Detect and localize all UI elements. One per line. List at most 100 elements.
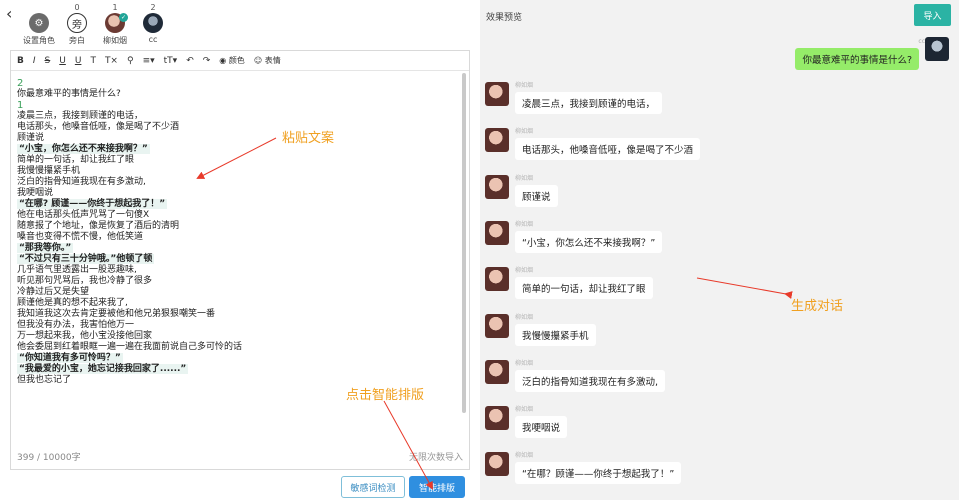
aside-avatar: 旁 [67, 13, 87, 33]
sender-name: 柳如烟 [515, 220, 534, 228]
redo-icon[interactable]: ↷ [203, 51, 211, 71]
color-label: 颜色 [228, 55, 245, 65]
editor-line: “不过只有三十分钟哦。”他顿了顿 [17, 254, 461, 265]
chat-message-other: 柳如烟 电话那头，他嗓音低哑，像是喝了不少酒 [485, 128, 701, 161]
back-chevron-icon[interactable]: ‹ [6, 6, 12, 22]
editor-line: 我哽咽说 [17, 188, 54, 198]
editor-line: 几乎语气里透露出一股恶趣味, [17, 265, 137, 275]
rich-text-editor: B I S U U T T× ⚲ ≡▾ tT▾ ↶ ↷ ◉ 颜色 ☺ 表情 2你… [10, 50, 470, 470]
bold-icon[interactable]: B [17, 51, 24, 71]
editor-line: 冷静过后又是失望 [17, 287, 90, 297]
sender-name: 柳如烟 [515, 452, 534, 460]
message-body: 柳如烟 凌晨三点，我接到顾谨的电话， [515, 82, 663, 114]
editor-line: 随意报了个地址，像是恢复了酒后的清明 [17, 221, 180, 231]
editor-line: 我慢慢攥紧手机 [17, 166, 81, 176]
app-root: ‹ ⚙ 设置角色 0 旁 旁白 1 ✓ 柳如烟 2 cc B I S U U T… [0, 0, 959, 500]
avatar [925, 37, 949, 61]
highlighted-dialogue: “你知道我有多可怜吗？” [17, 353, 123, 363]
editor-line: 我知道我这次去肯定要被他和他兄弟狠狠嘲笑一番 [17, 309, 216, 319]
editor-line: 万一想起来我，他小宝没接他回家 [17, 331, 153, 341]
chat-bubble: “小宝，你怎么还不来接我啊？” [515, 230, 663, 253]
avatar [485, 267, 509, 292]
avatar [485, 452, 509, 477]
editor-line: 顾谨他是真的想不起来我了, [17, 298, 128, 308]
chat-bubble: 我哽咽说 [515, 416, 568, 439]
avatar [485, 128, 509, 153]
message-body: 柳如烟 电话那头，他嗓音低哑，像是喝了不少酒 [515, 128, 701, 161]
editor-panel: ‹ ⚙ 设置角色 0 旁 旁白 1 ✓ 柳如烟 2 cc B I S U U T… [0, 0, 480, 500]
avatar [485, 82, 509, 106]
message-body: 柳如烟我慢慢攥紧手机 [515, 314, 596, 346]
message-body: 柳如烟 我哽咽说 [515, 406, 568, 439]
strikethrough-icon[interactable]: S [45, 51, 51, 71]
editor-line: “那我等你。” [17, 243, 461, 254]
editor-line: “小宝，你怎么还不来接我啊？” [17, 144, 461, 155]
underline-alt-icon[interactable]: U [75, 51, 82, 71]
message-body: 柳如烟 简单的一句话，却让我红了眼 [515, 267, 653, 300]
chat-message-other: 柳如烟 泛白的指骨知道我现在有多激动, [485, 359, 666, 392]
editor-line: “我最爱的小宝，她忘记接我回家了......” [17, 364, 461, 375]
editor-line: 2 [17, 78, 24, 89]
editor-line: 他会委屈到红着眼眶一遍一遍在我面前说自己多可怜的话 [17, 342, 243, 352]
sender-name: 柳如烟 [515, 313, 534, 321]
check-icon: ✓ [119, 13, 128, 22]
role-count: 0 [74, 3, 80, 12]
chat-bubble: 泛白的指骨知道我现在有多激动, [515, 369, 666, 392]
find-icon[interactable]: ⚲ [127, 51, 134, 71]
underline-icon[interactable]: U [59, 51, 66, 71]
preview-panel: 效果预览 导入 cc 你最意难平的事情是什么? 柳如烟 凌晨三点，我接到顾谨的电话… [480, 0, 959, 500]
preview-title: 效果预览 [486, 13, 523, 23]
role-liuruyan[interactable]: 1 ✓ 柳如烟 [100, 3, 130, 46]
highlighted-dialogue: “那我等你。” [17, 243, 74, 253]
sensitive-word-check-button[interactable]: 敏感词检测 [341, 476, 405, 498]
undo-icon[interactable]: ↶ [186, 51, 194, 71]
editor-line: 凌晨三点，我接到顾谨的电话， [17, 111, 144, 121]
highlighted-dialogue: “我最爱的小宝，她忘记接我回家了......” [17, 364, 189, 374]
chat-message-self: 你最意难平的事情是什么? [795, 37, 949, 70]
sender-name: 柳如烟 [515, 82, 534, 89]
italic-icon[interactable]: I [33, 51, 36, 71]
user-settings-icon: ⚙ [29, 13, 49, 33]
highlighted-dialogue: “不过只有三十分钟哦。”他顿了顿 [17, 254, 155, 264]
role-label: cc [148, 35, 158, 44]
align-icon[interactable]: ≡▾ [143, 51, 155, 71]
sender-name: 柳如烟 [515, 406, 534, 414]
chat-bubble: 我慢慢攥紧手机 [515, 323, 596, 346]
avatar [143, 13, 163, 33]
clear-format-x-icon[interactable]: T× [105, 51, 118, 71]
editor-line: 泛白的指骨知道我现在有多激动, [17, 177, 146, 187]
chat-bubble: 顾谨说 [515, 184, 558, 207]
role-label: 设置角色 [23, 36, 55, 45]
annotation-click-smart: 点击智能排版 [346, 388, 425, 403]
avatar [485, 406, 509, 431]
chat-bubble: “在哪？顾谨——你终于想起我了！” [515, 462, 682, 485]
role-aside[interactable]: 0 旁 旁白 [62, 3, 92, 46]
avatar [485, 313, 509, 338]
font-size-icon[interactable]: tT▾ [164, 51, 178, 71]
editor-scrollbar[interactable] [462, 73, 466, 413]
color-button[interactable]: ◉ 颜色 [219, 51, 245, 71]
role-label: 柳如烟 [103, 36, 127, 45]
message-body: 柳如烟 “小宝，你怎么还不来接我啊？” [515, 220, 663, 253]
editor-line: 顾谨说 [17, 133, 45, 143]
editor-toolbar: B I S U U T T× ⚲ ≡▾ tT▾ ↶ ↷ ◉ 颜色 ☺ 表情 [11, 51, 469, 71]
chat-message-other: 柳如烟我慢慢攥紧手机 [485, 313, 596, 346]
message-body: 柳如烟 顾谨说 [515, 175, 558, 207]
smart-layout-button[interactable]: 智能排版 [409, 476, 465, 498]
import-button[interactable]: 导入 [914, 4, 951, 26]
editor-line: 他在电话那头低声咒骂了一句傻X [17, 210, 150, 220]
message-body: 柳如烟 “在哪？顾谨——你终于想起我了！” [515, 452, 682, 485]
chat-message-other: 柳如烟 “小宝，你怎么还不来接我啊？” [485, 220, 663, 253]
editor-line: 但我没有办法，我害怕他万一 [17, 320, 135, 330]
chat-message-other: 柳如烟 我哽咽说 [485, 406, 568, 439]
role-cc[interactable]: 2 cc [138, 3, 168, 46]
emoji-button[interactable]: ☺ 表情 [254, 51, 281, 71]
message-body: 柳如烟 泛白的指骨知道我现在有多激动, [515, 360, 666, 392]
highlighted-dialogue: “小宝，你怎么还不来接我啊？” [17, 144, 150, 154]
clear-format-icon[interactable]: T [90, 51, 96, 71]
role-setting[interactable]: ⚙ 设置角色 [23, 3, 55, 46]
role-bar: ⚙ 设置角色 0 旁 旁白 1 ✓ 柳如烟 2 cc [23, 3, 168, 46]
chat-bubble: 电话那头，他嗓音低哑，像是喝了不少酒 [515, 138, 701, 161]
editor-line: “在哪? 顾谨——你终于想起我了！” [17, 199, 461, 210]
avatar [485, 174, 509, 199]
